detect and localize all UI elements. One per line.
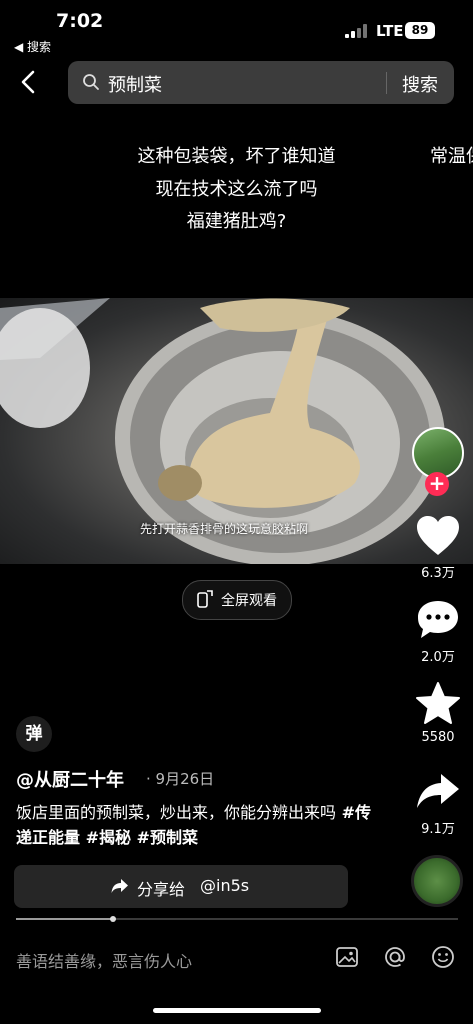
overlay-side-text: 常温保 xyxy=(430,146,473,167)
search-button[interactable]: 搜索 xyxy=(402,71,438,97)
home-indicator[interactable] xyxy=(153,1008,321,1013)
author-name[interactable]: @从厨二十年 xyxy=(16,766,124,792)
status-time: 7:02 xyxy=(56,10,104,32)
video-caption: 先打开蒜香排骨的这玩意胶粘啊 xyxy=(140,522,309,536)
back-to-app-link[interactable]: ◀ 搜索 xyxy=(14,38,51,55)
share-label: 分享给 xyxy=(137,880,186,899)
share-count: 9.1万 xyxy=(421,822,455,837)
music-disc[interactable] xyxy=(411,855,463,907)
battery-indicator: 89 xyxy=(405,22,435,39)
overlay-line-1: 这种包装袋，坏了谁知道 xyxy=(137,146,336,167)
emoji-icon[interactable] xyxy=(430,944,456,970)
at-icon[interactable] xyxy=(382,944,408,970)
search-divider xyxy=(386,72,387,94)
fullscreen-icon xyxy=(197,590,213,608)
network-label: LTE xyxy=(376,22,404,40)
description-text: 饭店里面的预制菜，炒出来，你能分辨出来吗 xyxy=(16,803,337,822)
progress-handle[interactable] xyxy=(110,916,117,922)
back-arrow-icon[interactable] xyxy=(14,64,44,100)
share-username: @in5s xyxy=(200,876,250,895)
comment-count: 2.0万 xyxy=(421,650,455,665)
post-date: · 9月26日 xyxy=(146,770,215,788)
search-input[interactable]: 预制菜 xyxy=(108,71,162,97)
share-arrow-icon xyxy=(111,879,128,893)
progress-fill xyxy=(16,918,114,920)
danmu-toggle[interactable]: 弹 xyxy=(16,716,52,752)
star-icon[interactable] xyxy=(413,680,463,726)
fullscreen-label: 全屏观看 xyxy=(221,593,277,609)
overlay-line-3: 福建猪肚鸡? xyxy=(186,211,287,232)
follow-button[interactable]: + xyxy=(425,472,449,496)
overlay-line-2: 现在技术这么流了吗 xyxy=(155,179,318,200)
comment-input[interactable]: 善语结善缘，恶言伤人心 xyxy=(16,948,192,972)
post-description: 饭店里面的预制菜，炒出来，你能分辨出来吗 #传递正能量 #揭秘 #预制菜 xyxy=(16,800,376,850)
heart-icon[interactable] xyxy=(413,513,463,559)
comment-icon[interactable] xyxy=(413,597,463,643)
signal-icon xyxy=(345,24,369,38)
search-icon xyxy=(83,74,99,90)
image-icon[interactable] xyxy=(334,944,360,970)
share-icon[interactable] xyxy=(413,768,463,814)
like-count: 6.3万 xyxy=(421,566,455,581)
favorite-count: 5580 xyxy=(421,730,455,745)
